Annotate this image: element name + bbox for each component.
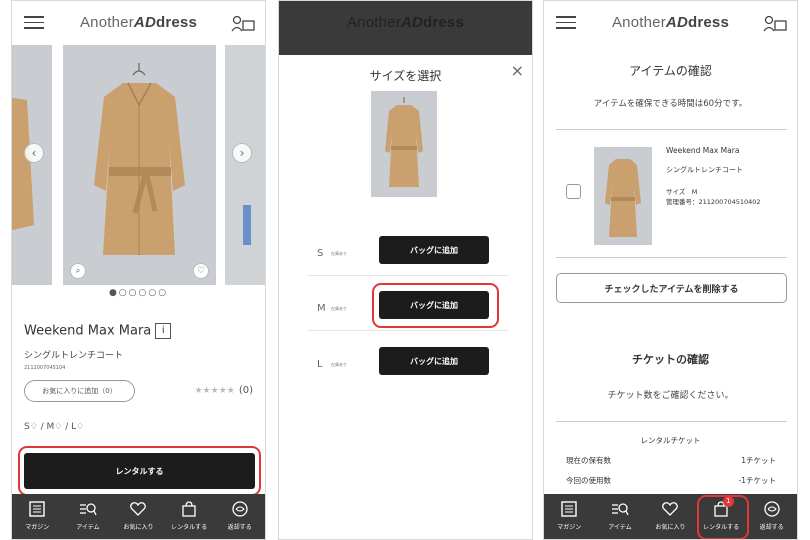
tab-return[interactable]: 返却する — [746, 494, 797, 539]
hold-time-note: アイテムを確保できる時間は60分です。 — [593, 99, 748, 109]
product-detail-screen: AnotherADdress ⌕ ♡ ‹ › ●○○○○○ Weekend Ma… — [11, 0, 266, 540]
size-row-s: S 在庫あり バッグに追加 — [307, 236, 509, 276]
product-image-carousel[interactable]: ⌕ ♡ ‹ › — [12, 45, 265, 285]
tab-favorites[interactable]: お気に入り — [645, 494, 696, 539]
app-header: AnotherADdress — [12, 1, 265, 45]
size-select-modal: サイズを選択 × S 在庫あり バッグに追加 M 在庫あり バッグに追加 L 在… — [279, 55, 532, 539]
product-name: シングルトレンチコート — [24, 351, 124, 361]
items-title: アイテムの確認 — [629, 64, 712, 78]
ticket-note: チケット数をご確認ください。 — [607, 391, 734, 401]
bottom-tab-bar: マガジン アイテム お気に入り レンタルする 返却する — [12, 494, 265, 539]
product-item-number: 2112007045104 — [24, 365, 66, 371]
tab-rent[interactable]: レンタルする — [164, 494, 215, 539]
stock-label: 在庫あり — [331, 251, 347, 256]
brand-logo-dimmed: AnotherADdress — [346, 14, 465, 31]
divider — [556, 257, 787, 258]
cart-item-mgmt-number: 管理番号：211200704510402 — [666, 198, 761, 206]
ticket-title: チケットの確認 — [632, 353, 709, 366]
app-header: AnotherADdress — [544, 1, 797, 45]
brand-logo[interactable]: AnotherADdress — [12, 14, 265, 31]
carousel-next-button[interactable]: › — [232, 143, 252, 163]
add-to-bag-button-l[interactable]: バッグに追加 — [379, 347, 489, 375]
carousel-dots[interactable]: ●○○○○○ — [12, 288, 265, 298]
owned-tickets-row: 現在の保有数 1チケット — [566, 456, 776, 465]
magazine-icon — [561, 501, 577, 517]
main-product-image: ⌕ ♡ — [63, 45, 216, 285]
divider — [556, 421, 787, 422]
rating-stars: ★★★★★ (0) — [194, 385, 253, 396]
info-icon[interactable]: i — [155, 323, 172, 339]
prev-product-image — [12, 45, 52, 285]
rental-ticket-label: レンタルチケット — [640, 436, 701, 445]
highlight-rent-button — [18, 446, 261, 496]
size-label: L — [317, 359, 323, 370]
bottom-tab-bar: マガジン アイテム お気に入り レンタルする 1 返却する — [544, 494, 797, 539]
return-icon — [232, 501, 248, 517]
stock-label: 在庫あり — [331, 306, 347, 311]
account-icon[interactable] — [763, 15, 787, 33]
highlight-add-to-bag-m — [372, 283, 499, 328]
trench-coat-image — [94, 63, 185, 255]
add-favorite-button[interactable]: お気に入りに追加（0） — [24, 380, 135, 402]
size-select-screen: AnotherADdress サイズを選択 × S 在庫あり バッグに追加 M … — [278, 0, 533, 540]
tab-items[interactable]: アイテム — [63, 494, 114, 539]
zoom-icon[interactable]: ⌕ — [70, 263, 86, 279]
return-icon — [764, 501, 780, 517]
used-tickets-row: 今回の使用数 -1チケット — [566, 476, 776, 485]
brand-logo[interactable]: AnotherADdress — [544, 14, 797, 31]
bag-icon — [182, 501, 196, 517]
item-checkbox[interactable] — [566, 184, 581, 199]
add-to-bag-button-s[interactable]: バッグに追加 — [379, 236, 489, 264]
magazine-icon — [29, 501, 45, 517]
tab-magazine[interactable]: マガジン — [544, 494, 595, 539]
heart-icon — [662, 502, 679, 516]
size-label: S — [317, 248, 324, 259]
item-search-icon — [79, 503, 97, 516]
delete-checked-items-button[interactable]: チェックしたアイテムを削除する — [556, 273, 787, 303]
product-brand: Weekend Max Mara i — [24, 323, 172, 339]
carousel-prev-button[interactable]: ‹ — [24, 143, 44, 163]
size-label: M — [317, 303, 326, 314]
account-icon[interactable] — [231, 15, 255, 33]
size-availability: S♢ / M♢ / L♢ — [24, 422, 85, 432]
next-product-image — [225, 45, 265, 285]
tab-magazine[interactable]: マガジン — [12, 494, 63, 539]
divider — [556, 129, 787, 130]
heart-icon — [130, 502, 147, 516]
cart-item-brand: Weekend Max Mara — [666, 146, 740, 155]
item-search-icon — [611, 503, 629, 516]
cart-item-image — [594, 147, 652, 245]
highlight-rent-tab — [697, 495, 749, 539]
confirm-screen: AnotherADdress アイテムの確認 アイテムを確保できる時間は60分で… — [543, 0, 798, 540]
modal-title: サイズを選択 — [369, 69, 442, 83]
image-heart-icon[interactable]: ♡ — [193, 263, 209, 279]
close-icon[interactable]: × — [511, 61, 524, 80]
review-count: (0) — [238, 385, 253, 396]
cart-item-size: サイズ M — [666, 188, 698, 196]
modal-product-image — [371, 91, 437, 197]
tab-favorites[interactable]: お気に入り — [113, 494, 164, 539]
tab-items[interactable]: アイテム — [595, 494, 646, 539]
tab-return[interactable]: 返却する — [214, 494, 265, 539]
size-row-l: L 在庫あり バッグに追加 — [307, 347, 509, 387]
stock-label: 在庫あり — [331, 362, 347, 367]
cart-item-name: シングルトレンチコート — [666, 166, 743, 174]
